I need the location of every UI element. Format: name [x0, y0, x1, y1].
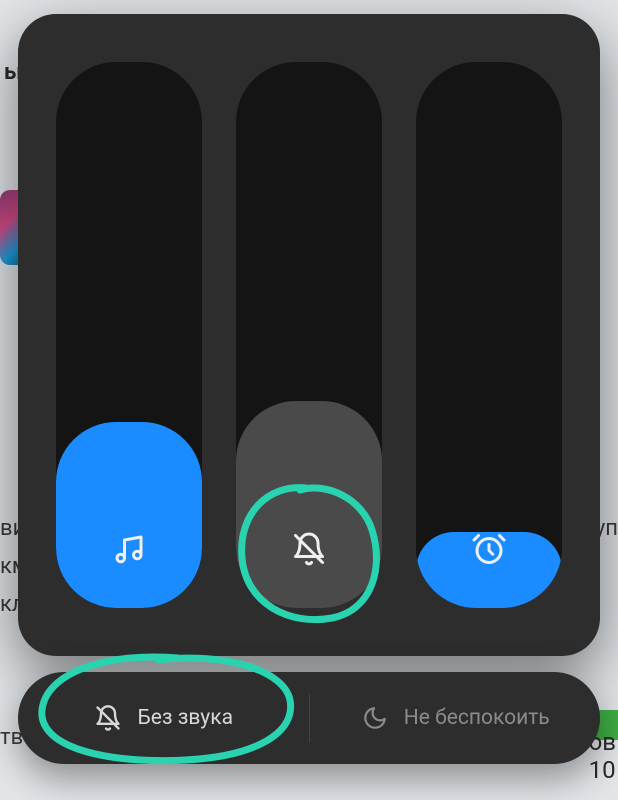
- bell-off-icon: [288, 528, 330, 570]
- dnd-toggle-label: Не беспокоить: [404, 706, 550, 730]
- media-volume-fill: [56, 422, 202, 608]
- volume-control-panel: [18, 14, 600, 656]
- alarm-volume-slider[interactable]: [416, 62, 562, 608]
- ring-volume-slider[interactable]: [236, 62, 382, 608]
- dnd-toggle[interactable]: Не беспокоить: [310, 672, 601, 764]
- mute-toggle-label: Без звука: [137, 706, 233, 730]
- moon-icon: [360, 703, 390, 733]
- mute-toggle[interactable]: Без звука: [18, 672, 309, 764]
- media-volume-slider[interactable]: [56, 62, 202, 608]
- sound-mode-toggle-bar: Без звука Не беспокоить: [18, 672, 600, 764]
- bell-off-icon: [93, 703, 123, 733]
- ring-volume-fill: [236, 401, 382, 608]
- alarm-clock-icon: [468, 528, 510, 570]
- music-note-icon: [108, 528, 150, 570]
